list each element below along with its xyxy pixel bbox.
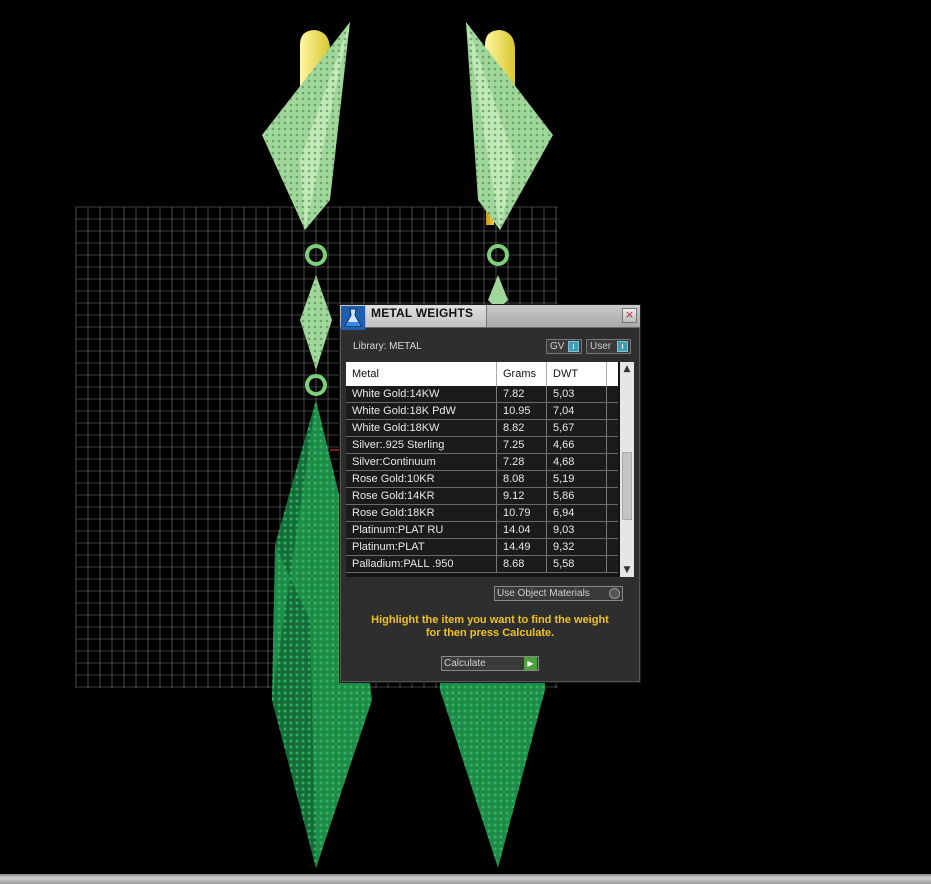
cell-grams: 7.25 <box>496 437 546 453</box>
gv-toggle-button[interactable]: GV <box>546 339 582 354</box>
cell-metal: Rose Gold:14KR <box>352 490 435 502</box>
table-row[interactable]: Platinum:PLAT 14.49 9,32 <box>346 539 618 556</box>
gv-label: GV <box>550 341 565 352</box>
radio-indicator-icon <box>609 588 620 599</box>
cell-dwt: 5,67 <box>546 420 606 436</box>
cell-grams: 8.68 <box>496 556 546 572</box>
hint-text: Highlight the item you want to find the … <box>350 614 630 640</box>
use-object-materials-toggle[interactable]: Use Object Materials <box>494 586 623 601</box>
cell-dwt: 5,58 <box>546 556 606 572</box>
cell-grams: 9.12 <box>496 488 546 504</box>
table-row[interactable]: Silver:Continuum 7.28 4,68 <box>346 454 618 471</box>
column-header-metal[interactable]: Metal <box>346 362 496 386</box>
cell-grams: 8.08 <box>496 471 546 487</box>
toggle-knob-icon <box>568 341 579 352</box>
table-row[interactable]: Silver:.925 Sterling 7.25 4,66 <box>346 437 618 454</box>
table-scrollbar[interactable]: ▲ ▼ <box>620 362 634 577</box>
metal-table: Metal Grams DWT White Gold:14KW 7.82 5,03 W… <box>346 362 634 577</box>
column-header-spacer <box>606 362 618 386</box>
cell-spacer <box>606 556 618 572</box>
calculate-label: Calculate <box>444 658 486 669</box>
cell-dwt: 7,04 <box>546 403 606 419</box>
toggle-knob-icon <box>617 341 628 352</box>
cell-grams: 14.04 <box>496 522 546 538</box>
cell-grams: 8.82 <box>496 420 546 436</box>
dialog-title: METAL WEIGHTS <box>371 306 474 320</box>
bottom-status-bar <box>0 874 931 884</box>
play-arrow-icon: ▶ <box>524 657 537 670</box>
cell-spacer <box>606 471 618 487</box>
cell-metal: White Gold:14KW <box>352 388 440 400</box>
cell-dwt: 5,19 <box>546 471 606 487</box>
scroll-up-arrow-icon[interactable]: ▲ <box>620 362 634 376</box>
column-header-grams[interactable]: Grams <box>496 362 546 386</box>
cell-spacer <box>606 539 618 555</box>
cell-dwt: 6,94 <box>546 505 606 521</box>
metal-weights-dialog: METAL WEIGHTS × Library: METAL GV User M… <box>339 304 641 683</box>
library-label: Library: METAL <box>353 341 422 352</box>
cell-spacer <box>606 437 618 453</box>
calculate-button[interactable]: Calculate ▶ <box>441 656 539 671</box>
cell-grams: 10.79 <box>496 505 546 521</box>
cell-grams: 7.82 <box>496 386 546 402</box>
user-label: User <box>590 341 612 352</box>
cell-metal: Platinum:PLAT RU <box>352 524 444 536</box>
cell-dwt: 4,66 <box>546 437 606 453</box>
cell-spacer <box>606 505 618 521</box>
cell-dwt: 5,86 <box>546 488 606 504</box>
cell-metal: Rose Gold:18KR <box>352 507 435 519</box>
use-object-materials-label: Use Object Materials <box>497 588 590 599</box>
column-header-dwt[interactable]: DWT <box>546 362 606 386</box>
cell-metal: Rose Gold:10KR <box>352 473 435 485</box>
cell-spacer <box>606 522 618 538</box>
hint-line-2: for then press Calculate. <box>425 627 555 639</box>
cell-spacer <box>606 488 618 504</box>
table-row[interactable]: White Gold:14KW 7.82 5,03 <box>346 386 618 403</box>
table-row[interactable]: White Gold:18KW 8.82 5,67 <box>346 420 618 437</box>
scroll-down-arrow-icon[interactable]: ▼ <box>620 563 634 577</box>
table-row[interactable]: Palladium:PALL .950 8.68 5,58 <box>346 556 618 573</box>
cell-dwt: 9,32 <box>546 539 606 555</box>
cell-metal: Silver:Continuum <box>352 456 436 468</box>
table-row[interactable]: Platinum:PLAT RU 14.04 9,03 <box>346 522 618 539</box>
cell-spacer <box>606 454 618 470</box>
table-header: Metal Grams DWT <box>346 362 618 386</box>
hint-line-1: Highlight the item you want to find the … <box>371 614 609 626</box>
scroll-thumb[interactable] <box>622 452 632 520</box>
close-button[interactable]: × <box>622 308 637 323</box>
cell-spacer <box>606 386 618 402</box>
table-row[interactable]: Rose Gold:10KR 8.08 5,19 <box>346 471 618 488</box>
table-row[interactable]: White Gold:18K PdW 10.95 7,04 <box>346 403 618 420</box>
cell-spacer <box>606 403 618 419</box>
cell-grams: 14.49 <box>496 539 546 555</box>
cell-dwt: 4,68 <box>546 454 606 470</box>
cell-metal: White Gold:18K PdW <box>352 405 456 417</box>
cell-spacer <box>606 420 618 436</box>
cell-grams: 10.95 <box>496 403 546 419</box>
flask-icon <box>341 306 365 330</box>
cell-dwt: 5,03 <box>546 386 606 402</box>
cell-metal: Silver:.925 Sterling <box>352 439 445 451</box>
cell-dwt: 9,03 <box>546 522 606 538</box>
dialog-titlebar[interactable]: METAL WEIGHTS × <box>340 305 640 330</box>
table-row[interactable]: Rose Gold:14KR 9.12 5,86 <box>346 488 618 505</box>
cell-metal: White Gold:18KW <box>352 422 440 434</box>
cell-metal: Palladium:PALL .950 <box>352 558 454 570</box>
cell-metal: Platinum:PLAT <box>352 541 425 553</box>
cell-grams: 7.28 <box>496 454 546 470</box>
user-toggle-button[interactable]: User <box>586 339 631 354</box>
table-row[interactable]: Rose Gold:18KR 10.79 6,94 <box>346 505 618 522</box>
table-body: White Gold:14KW 7.82 5,03 White Gold:18K Pd… <box>346 386 618 573</box>
